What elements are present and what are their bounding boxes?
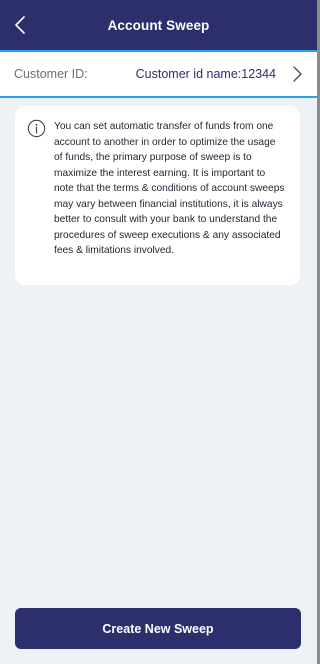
back-button[interactable] [8,12,32,38]
customer-id-label: Customer ID: [14,67,88,81]
chevron-left-icon [15,16,25,34]
create-new-sweep-button[interactable]: Create New Sweep [15,608,301,649]
sweep-info-text: You can set automatic transfer of funds … [54,121,285,256]
top-app-bar: Account Sweep [0,0,317,50]
chevron-right-icon [293,66,302,82]
page-title: Account Sweep [107,17,210,33]
customer-id-row[interactable]: Customer ID: Customer id name:12344 [0,50,317,98]
sweep-info-card: You can set automatic transfer of funds … [15,106,300,285]
info-circle-icon [27,119,46,138]
customer-id-value: Customer id name:12344 [135,67,276,81]
app-screen: Account Sweep Customer ID: Customer id n… [0,0,317,664]
